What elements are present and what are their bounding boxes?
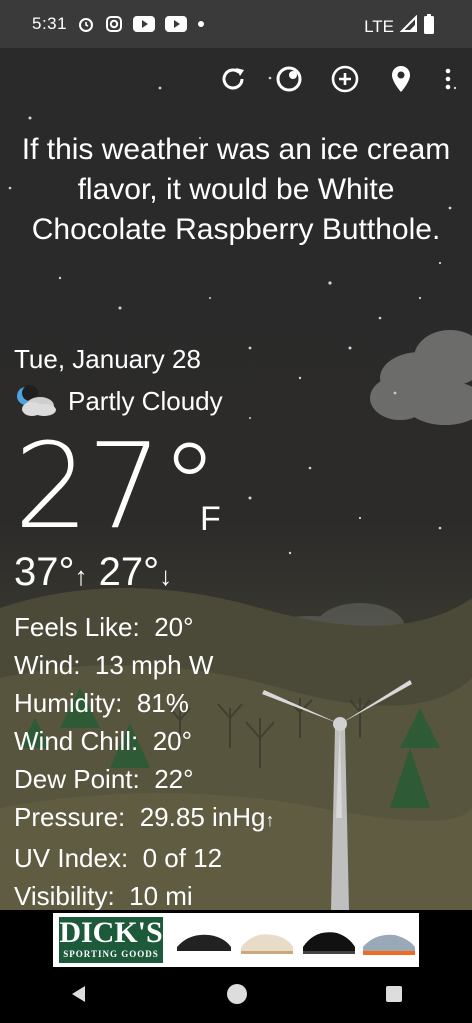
add-location-button[interactable] <box>328 62 362 96</box>
back-triangle-icon <box>71 985 85 1002</box>
forecast-date: Tue, January 28 <box>14 344 201 374</box>
detail-wind-chill: Wind Chill: 20° <box>14 726 193 756</box>
arrow-down-icon: ↓ <box>159 561 173 591</box>
home-circle-icon <box>226 983 247 1004</box>
high-temp: 37° <box>14 550 75 594</box>
overflow-menu-button[interactable] <box>440 62 456 96</box>
toolbar <box>216 62 456 96</box>
weather-scene: If this weather was an ice cream flavor,… <box>0 48 472 910</box>
navigation-bar <box>0 969 472 1023</box>
network-type: LTE <box>364 16 394 36</box>
refresh-button[interactable] <box>216 62 250 96</box>
more-vert-icon <box>445 68 451 90</box>
weather-details: Feels Like: 20° Wind: 13 mph W Humidity:… <box>14 608 274 910</box>
pressure-rising-icon: ↑ <box>265 810 275 830</box>
detail-uv-index: UV Index: 0 of 12 <box>14 843 223 873</box>
weather-headline: If this weather was an ice cream flavor,… <box>21 133 451 246</box>
instagram-icon <box>105 15 123 33</box>
refresh-icon <box>222 68 244 90</box>
location-button[interactable] <box>384 62 418 96</box>
arrow-up-icon: ↑ <box>74 561 88 591</box>
battery-icon <box>424 14 434 39</box>
low-temp: 27° <box>98 550 160 594</box>
detail-pressure: Pressure: 29.85 inHg↑ <box>14 802 275 832</box>
ad-brand-logo: DICK'S SPORTING GOODS <box>59 917 163 963</box>
ad-bar: DICK'S SPORTING GOODS <box>0 910 472 969</box>
recents-square-icon <box>386 985 403 1002</box>
detail-dew-point: Dew Point: 22° <box>14 764 194 794</box>
back-button[interactable] <box>69 984 89 1009</box>
status-time: 5:31 <box>32 14 68 33</box>
theme-button[interactable] <box>272 62 306 96</box>
home-button[interactable] <box>226 983 248 1010</box>
detail-humidity: Humidity: 81% <box>14 688 189 718</box>
condition-row: Partly Cloudy <box>14 384 223 418</box>
condition-text: Partly Cloudy <box>68 385 223 416</box>
youtube-icon <box>165 16 188 32</box>
partly-cloudy-night-icon <box>17 385 56 416</box>
ad-shoes-image <box>177 932 415 955</box>
location-pin-icon <box>392 66 410 92</box>
recents-button[interactable] <box>385 985 403 1008</box>
detail-visibility: Visibility: 10 mi <box>14 881 193 910</box>
temperature-unit: F <box>200 500 221 538</box>
notification-dot-icon <box>197 20 205 28</box>
ad-banner[interactable]: DICK'S SPORTING GOODS <box>53 913 419 967</box>
current-temperature: 27° <box>14 417 219 555</box>
status-bar: 5:31 LTE <box>0 0 472 48</box>
add-circle-icon <box>331 65 359 93</box>
alarm-icon <box>77 15 95 33</box>
detail-feels-like: Feels Like: 20° <box>14 612 194 642</box>
youtube-icon <box>133 16 156 32</box>
signal-icon <box>399 14 418 38</box>
high-low-row: 37°↑ 27°↓ <box>14 548 172 600</box>
theme-icon <box>276 66 302 92</box>
detail-wind: Wind: 13 mph W <box>14 650 214 680</box>
